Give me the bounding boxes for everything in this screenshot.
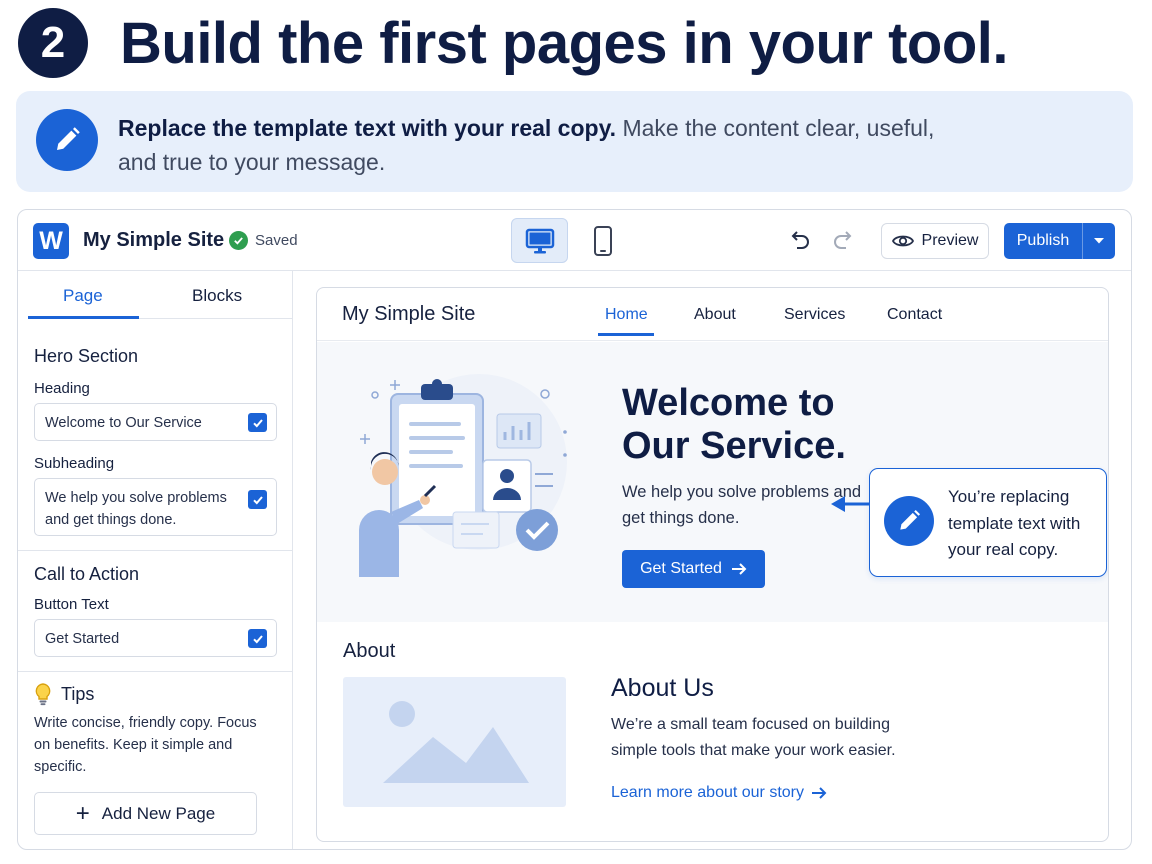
section-divider	[18, 550, 292, 551]
about-title: About Us	[611, 674, 714, 702]
site-preview-canvas: My Simple Site Home About Services Conta…	[316, 287, 1109, 842]
tab-blocks[interactable]: Blocks	[192, 286, 242, 306]
nav-link-services[interactable]: Services	[784, 306, 845, 324]
about-text: We’re a small team focused on building s…	[611, 716, 896, 759]
about-section-label: About	[343, 640, 396, 662]
hero-subtitle: We help you solve problems and get thing…	[622, 483, 862, 527]
preview-button[interactable]: Preview	[881, 223, 989, 259]
eye-icon	[891, 235, 914, 247]
add-page-label: Add New Page	[101, 803, 216, 823]
subheading-field[interactable]: We help you solve problems and get thing…	[34, 478, 277, 536]
mobile-view-button[interactable]	[574, 218, 631, 263]
step-number-badge: 2	[18, 8, 88, 78]
get-started-label: Get Started	[640, 560, 722, 577]
subheading-value: We help you solve problems and get thing…	[45, 490, 227, 528]
checkbox-checked-icon[interactable]	[248, 629, 267, 648]
chevron-down-icon[interactable]	[1082, 223, 1115, 259]
image-placeholder-icon	[343, 677, 566, 807]
hero-section-title: Hero Section	[34, 346, 139, 366]
plus-icon: +	[75, 799, 90, 827]
preview-label: Preview	[921, 232, 979, 249]
nav-link-home[interactable]: Home	[605, 306, 648, 324]
button-text-value: Get Started	[45, 631, 120, 647]
arrow-right-icon	[812, 787, 827, 799]
editor-window: W My Simple Site Saved Preview Publish P…	[17, 209, 1132, 850]
learn-more-link[interactable]: Learn more about our story	[611, 784, 827, 802]
step-title: Build the first pages in your tool.	[120, 10, 1009, 76]
pencil-icon	[36, 109, 98, 171]
heading-label: Heading	[34, 380, 90, 397]
subheading-label: Subheading	[34, 455, 115, 472]
cta-section-title: Call to Action	[34, 564, 140, 584]
active-nav-indicator	[598, 333, 654, 336]
hero-section: Welcome to Our Service. We help you solv…	[317, 342, 1108, 622]
site-name: My Simple Site	[83, 229, 225, 251]
app-logo: W	[33, 223, 69, 259]
heading-value: Welcome to Our Service	[45, 415, 202, 431]
tips-label: Tips	[61, 683, 95, 704]
publish-label: Publish	[1016, 232, 1070, 249]
checkbox-checked-icon[interactable]	[248, 490, 267, 509]
tips-title: Tips	[34, 682, 94, 706]
tips-text: Write concise, friendly copy. Focus on b…	[34, 715, 257, 775]
tab-page[interactable]: Page	[63, 286, 103, 306]
desktop-view-button[interactable]	[511, 218, 568, 263]
learn-more-label: Learn more about our story	[611, 784, 804, 801]
add-new-page-button[interactable]: + Add New Page	[34, 792, 257, 835]
desktop-icon	[525, 228, 554, 253]
mobile-icon	[593, 225, 612, 256]
lightbulb-icon	[35, 683, 51, 706]
heading-field[interactable]: Welcome to Our Service	[34, 403, 277, 441]
nav-link-contact[interactable]: Contact	[887, 306, 942, 324]
button-text-label: Button Text	[34, 596, 109, 613]
editor-toolbar: W My Simple Site Saved Preview Publish	[18, 210, 1131, 271]
undo-icon[interactable]	[788, 228, 812, 257]
active-tab-indicator	[28, 316, 139, 319]
check-circle-icon	[229, 231, 248, 250]
editor-sidebar: Page Blocks Hero Section Heading Welcome…	[18, 271, 293, 849]
section-divider	[18, 671, 292, 672]
hero-illustration	[359, 374, 567, 577]
callout-arrow-icon	[831, 496, 869, 512]
get-started-button[interactable]: Get Started	[622, 550, 765, 588]
redo-icon[interactable]	[831, 228, 855, 257]
banner-bold-text: Replace the template text with your real…	[118, 115, 617, 141]
pencil-icon	[884, 496, 934, 546]
callout-text: You’re replacing template text with your…	[948, 487, 1081, 559]
saved-label: Saved	[255, 232, 298, 249]
publish-button[interactable]: Publish	[1004, 223, 1115, 259]
site-navbar: My Simple Site Home About Services Conta…	[317, 288, 1108, 341]
step-header: 2 Build the first pages in your tool.	[18, 8, 1009, 78]
checkbox-checked-icon[interactable]	[248, 413, 267, 432]
arrow-right-icon	[731, 563, 747, 575]
saved-status: Saved	[229, 231, 298, 250]
site-brand: My Simple Site	[342, 303, 476, 325]
nav-link-about[interactable]: About	[694, 306, 736, 324]
hero-title: Welcome to Our Service.	[622, 382, 846, 467]
banner-text: Replace the template text with your real…	[118, 111, 958, 179]
button-text-field[interactable]: Get Started	[34, 619, 277, 657]
instruction-banner: Replace the template text with your real…	[16, 91, 1133, 192]
replacing-text-callout: You’re replacing template text with your…	[869, 468, 1107, 577]
